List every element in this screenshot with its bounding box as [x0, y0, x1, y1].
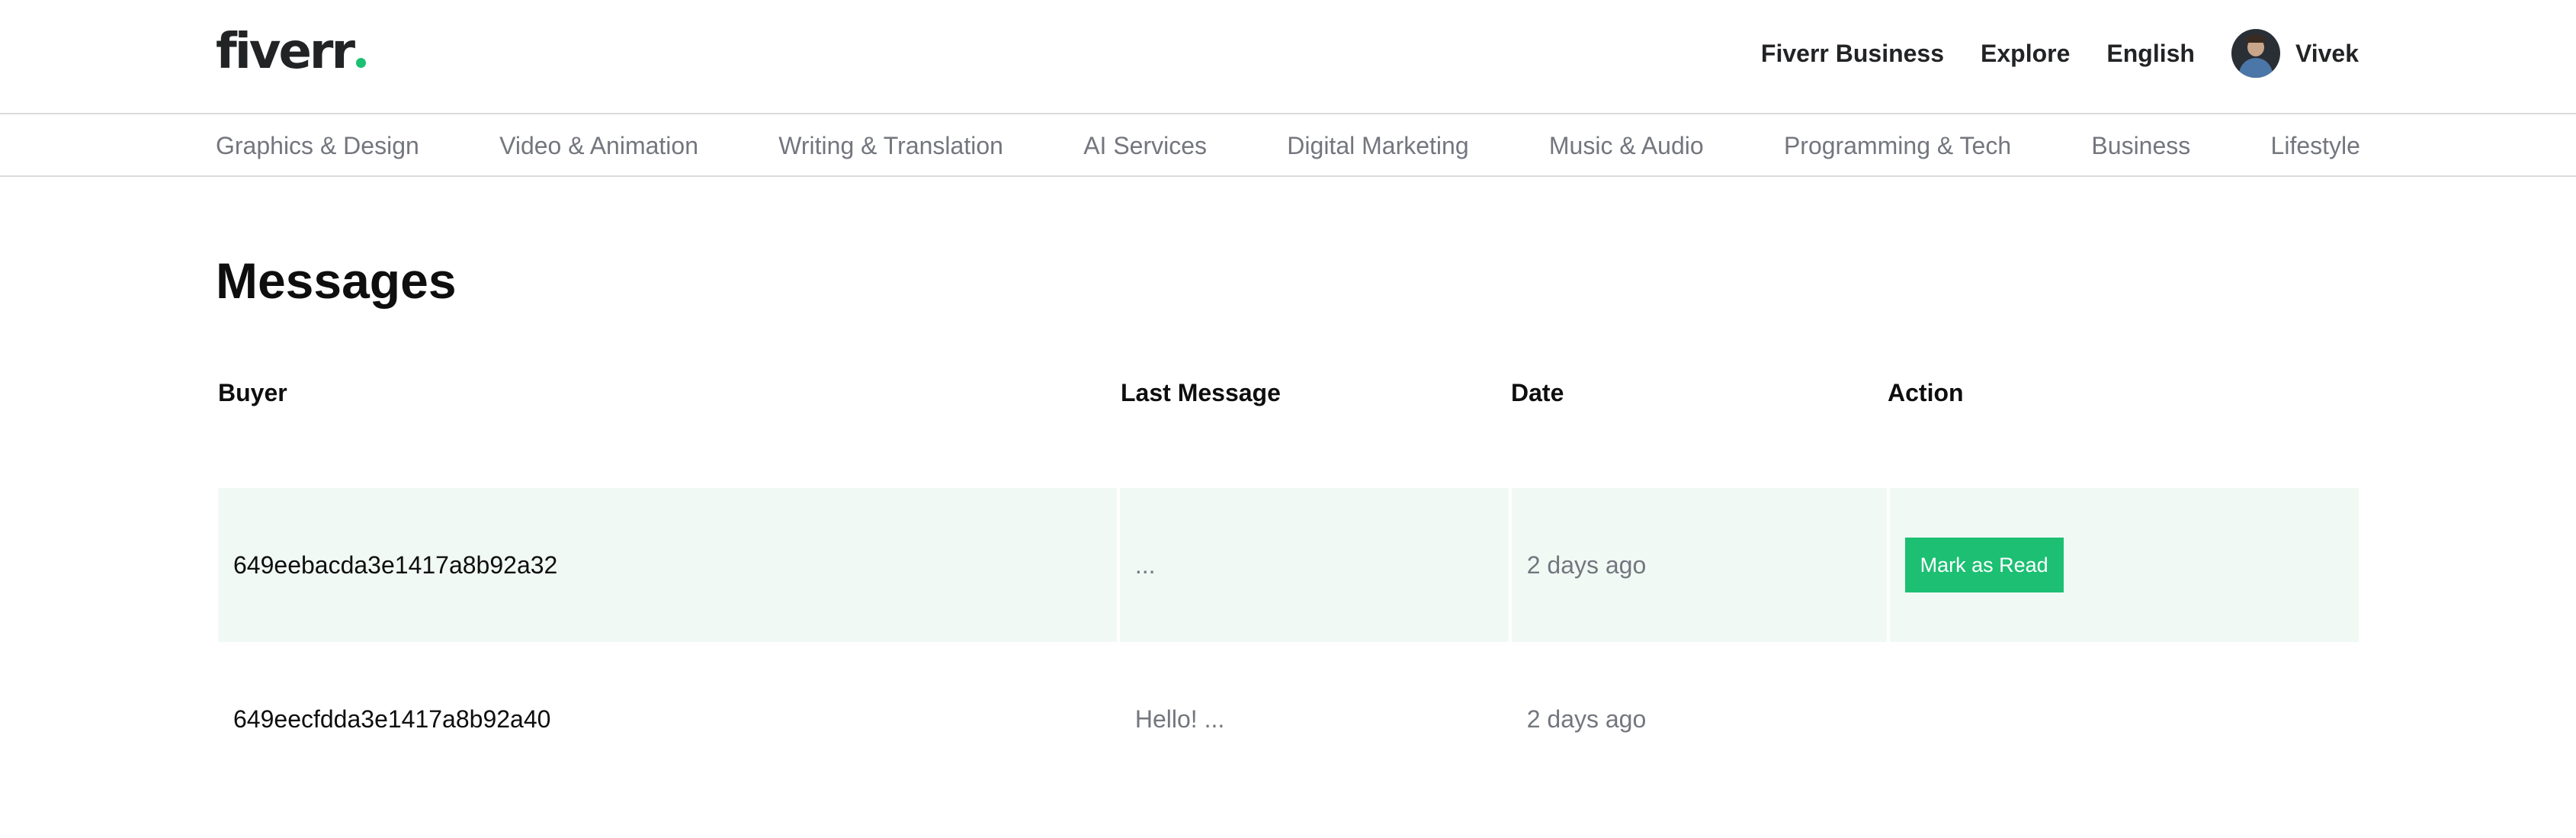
user-menu[interactable]: Vivek	[2231, 29, 2359, 78]
mark-as-read-button[interactable]: Mark as Read	[1904, 538, 2064, 592]
language-link[interactable]: English	[2106, 40, 2195, 68]
header-action: Action	[1888, 378, 1964, 406]
table-row[interactable]: 649eebacda3e1417a8b92a32 ... 2 days ago …	[218, 488, 2359, 642]
action-cell	[1890, 642, 2359, 796]
message-date: 2 days ago	[1526, 705, 1647, 733]
table-row[interactable]: 649eecfdda3e1417a8b92a40 Hello! ... 2 da…	[218, 642, 2359, 796]
last-message: ...	[1119, 488, 1509, 642]
table-body: 649eebacda3e1417a8b92a32 ... 2 days ago …	[218, 488, 2359, 796]
table-header: Buyer Last Message Date Action	[218, 366, 2359, 419]
messages-table: Buyer Last Message Date Action 649eebacd…	[218, 366, 2359, 796]
buyer-id: 649eecfdda3e1417a8b92a40	[233, 705, 551, 733]
top-nav: Fiverr Business Explore English Vivek	[1761, 23, 2359, 84]
category-list: Graphics & Design Video & Animation Writ…	[216, 116, 2360, 175]
category-bar: Graphics & Design Video & Animation Writ…	[0, 116, 2576, 177]
explore-link[interactable]: Explore	[1981, 40, 2070, 68]
category-ai-services[interactable]: AI Services	[1083, 132, 1207, 160]
header-buyer: Buyer	[218, 378, 287, 406]
logo-text: fiverr	[216, 24, 355, 80]
header-date: Date	[1511, 378, 1564, 406]
last-message: Hello! ...	[1134, 705, 1225, 733]
page: fiverr Fiverr Business Explore English V…	[0, 0, 2576, 838]
message-date: 2 days ago	[1511, 488, 1887, 642]
category-video-animation[interactable]: Video & Animation	[499, 132, 698, 160]
avatar[interactable]	[2231, 29, 2280, 78]
user-name[interactable]: Vivek	[2295, 40, 2359, 68]
fiverr-logo[interactable]: fiverr	[216, 21, 367, 82]
page-title: Messages	[216, 252, 457, 309]
category-programming-tech[interactable]: Programming & Tech	[1784, 132, 2011, 160]
category-digital-marketing[interactable]: Digital Marketing	[1287, 132, 1468, 160]
buyer-id: 649eebacda3e1417a8b92a32	[218, 488, 1117, 642]
category-music-audio[interactable]: Music & Audio	[1549, 132, 1704, 160]
category-writing-translation[interactable]: Writing & Translation	[778, 132, 1003, 160]
category-business[interactable]: Business	[2091, 132, 2190, 160]
top-header: fiverr Fiverr Business Explore English V…	[0, 0, 2576, 114]
header-last-message: Last Message	[1121, 378, 1281, 406]
category-lifestyle[interactable]: Lifestyle	[2271, 132, 2360, 160]
logo-dot	[356, 58, 367, 68]
action-cell: Mark as Read	[1889, 488, 2359, 642]
category-graphics-design[interactable]: Graphics & Design	[216, 132, 419, 160]
fiverr-business-link[interactable]: Fiverr Business	[1761, 40, 1944, 68]
